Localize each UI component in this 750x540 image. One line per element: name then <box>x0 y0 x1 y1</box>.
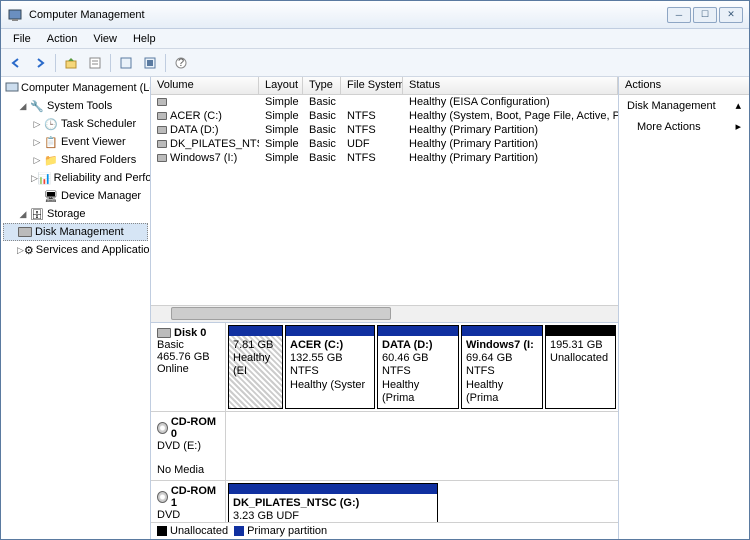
volume-scrollbar[interactable] <box>151 305 618 322</box>
event-icon: 📋 <box>43 134 59 150</box>
cd-icon <box>157 491 168 503</box>
app-icon <box>7 7 23 23</box>
scrollbar-thumb[interactable] <box>171 307 391 320</box>
up-button[interactable] <box>60 52 82 74</box>
col-volume[interactable]: Volume <box>151 77 259 94</box>
collapse-icon: ▴ <box>735 99 741 112</box>
volume-row[interactable]: DK_PILATES_NTSC (G:)SimpleBasicUDFHealth… <box>151 137 618 151</box>
device-icon: 🖥 <box>43 188 59 204</box>
menu-file[interactable]: File <box>5 31 39 47</box>
legend: Unallocated Primary partition <box>151 522 618 539</box>
volume-list[interactable]: SimpleBasicHealthy (EISA Configuration)A… <box>151 95 618 305</box>
actions-pane: Actions Disk Management▴ More Actions▸ <box>619 77 749 539</box>
menu-help[interactable]: Help <box>125 31 164 47</box>
tree-system-tools[interactable]: ◢🔧System Tools <box>3 97 148 115</box>
col-layout[interactable]: Layout <box>259 77 303 94</box>
tree-reliability[interactable]: ▷📊Reliability and Performa <box>3 169 148 187</box>
chevron-right-icon: ▸ <box>735 120 741 133</box>
actions-disk-management[interactable]: Disk Management▴ <box>619 95 749 116</box>
partition-data-d[interactable]: DATA (D:)60.46 GB NTFSHealthy (Prima <box>377 325 459 409</box>
expand-icon[interactable]: ▷ <box>31 119 43 130</box>
volume-list-header[interactable]: Volume Layout Type File System Status <box>151 77 618 95</box>
partition-windows7-i[interactable]: Windows7 (I:69.64 GB NTFSHealthy (Prima <box>461 325 543 409</box>
services-icon: ⚙ <box>24 242 34 258</box>
cdrom-1-row[interactable]: CD-ROM 1 DVD 3.23 GB Online DK_PILATES_N… <box>151 481 618 522</box>
titlebar[interactable]: Computer Management ─ ☐ ✕ <box>1 1 749 29</box>
disk-icon <box>17 224 33 240</box>
computer-management-window: Computer Management ─ ☐ ✕ File Action Vi… <box>0 0 750 540</box>
expand-icon[interactable]: ▷ <box>31 155 43 166</box>
legend-unallocated-swatch <box>157 526 167 536</box>
cdrom-1-label[interactable]: CD-ROM 1 DVD 3.23 GB Online <box>151 481 226 522</box>
refresh-button[interactable] <box>115 52 137 74</box>
volume-row[interactable]: Windows7 (I:)SimpleBasicNTFSHealthy (Pri… <box>151 151 618 165</box>
actions-more[interactable]: More Actions▸ <box>619 116 749 137</box>
col-filesystem[interactable]: File System <box>341 77 403 94</box>
expand-icon[interactable]: ▷ <box>31 137 43 148</box>
center-pane: Volume Layout Type File System Status Si… <box>151 77 619 539</box>
tree-shared-folders[interactable]: ▷📁Shared Folders <box>3 151 148 169</box>
partition-unallocated[interactable]: 195.31 GBUnallocated <box>545 325 616 409</box>
tree-event-viewer[interactable]: ▷📋Event Viewer <box>3 133 148 151</box>
cdrom-0-row[interactable]: CD-ROM 0 DVD (E:) No Media <box>151 412 618 481</box>
cd-icon <box>157 422 168 434</box>
menu-view[interactable]: View <box>85 31 125 47</box>
tree-services[interactable]: ▷⚙Services and Applications <box>3 241 148 259</box>
window-title: Computer Management <box>29 9 667 21</box>
folder-icon: 📁 <box>43 152 59 168</box>
partition-eisa[interactable]: 7.81 GBHealthy (EI <box>228 325 283 409</box>
col-status[interactable]: Status <box>403 77 618 94</box>
disk-0-label[interactable]: Disk 0 Basic 465.76 GB Online <box>151 323 226 411</box>
partition-dk-pilates[interactable]: DK_PILATES_NTSC (G:)3.23 GB UDFHealthy (… <box>228 483 438 522</box>
disk-icon <box>157 328 171 338</box>
expand-icon[interactable]: ▷ <box>31 173 38 184</box>
volume-row[interactable]: SimpleBasicHealthy (EISA Configuration) <box>151 95 618 109</box>
tree-task-scheduler[interactable]: ▷🕒Task Scheduler <box>3 115 148 133</box>
disk-graphical-view[interactable]: Disk 0 Basic 465.76 GB Online 7.81 GBHea… <box>151 322 618 522</box>
disk-0-row[interactable]: Disk 0 Basic 465.76 GB Online 7.81 GBHea… <box>151 323 618 412</box>
svg-text:?: ? <box>178 57 184 69</box>
cdrom-0-label[interactable]: CD-ROM 0 DVD (E:) No Media <box>151 412 226 480</box>
partition-acer-c[interactable]: ACER (C:)132.55 GB NTFSHealthy (Syster <box>285 325 375 409</box>
menu-action[interactable]: Action <box>39 31 86 47</box>
computer-icon <box>5 80 19 96</box>
volume-row[interactable]: DATA (D:)SimpleBasicNTFSHealthy (Primary… <box>151 123 618 137</box>
collapse-icon[interactable]: ◢ <box>17 101 29 112</box>
close-button[interactable]: ✕ <box>719 7 743 23</box>
chart-icon: 📊 <box>38 170 52 186</box>
toolbar: ? <box>1 49 749 77</box>
tools-icon: 🔧 <box>29 98 45 114</box>
collapse-icon[interactable]: ◢ <box>17 209 29 220</box>
tree-root[interactable]: Computer Management (Local <box>3 79 148 97</box>
help-button[interactable]: ? <box>170 52 192 74</box>
legend-primary-swatch <box>234 526 244 536</box>
actions-header: Actions <box>619 77 749 95</box>
col-type[interactable]: Type <box>303 77 341 94</box>
maximize-button[interactable]: ☐ <box>693 7 717 23</box>
minimize-button[interactable]: ─ <box>667 7 691 23</box>
view-button[interactable] <box>139 52 161 74</box>
tree-device-manager[interactable]: 🖥Device Manager <box>3 187 148 205</box>
tree-storage[interactable]: ◢🗄Storage <box>3 205 148 223</box>
volume-row[interactable]: ACER (C:)SimpleBasicNTFSHealthy (System,… <box>151 109 618 123</box>
clock-icon: 🕒 <box>43 116 59 132</box>
back-button[interactable] <box>5 52 27 74</box>
menubar: File Action View Help <box>1 29 749 49</box>
tree-disk-management[interactable]: Disk Management <box>3 223 148 241</box>
nav-tree[interactable]: Computer Management (Local ◢🔧System Tool… <box>1 77 151 539</box>
forward-button[interactable] <box>29 52 51 74</box>
expand-icon[interactable]: ▷ <box>17 245 24 256</box>
properties-button[interactable] <box>84 52 106 74</box>
storage-icon: 🗄 <box>29 206 45 222</box>
